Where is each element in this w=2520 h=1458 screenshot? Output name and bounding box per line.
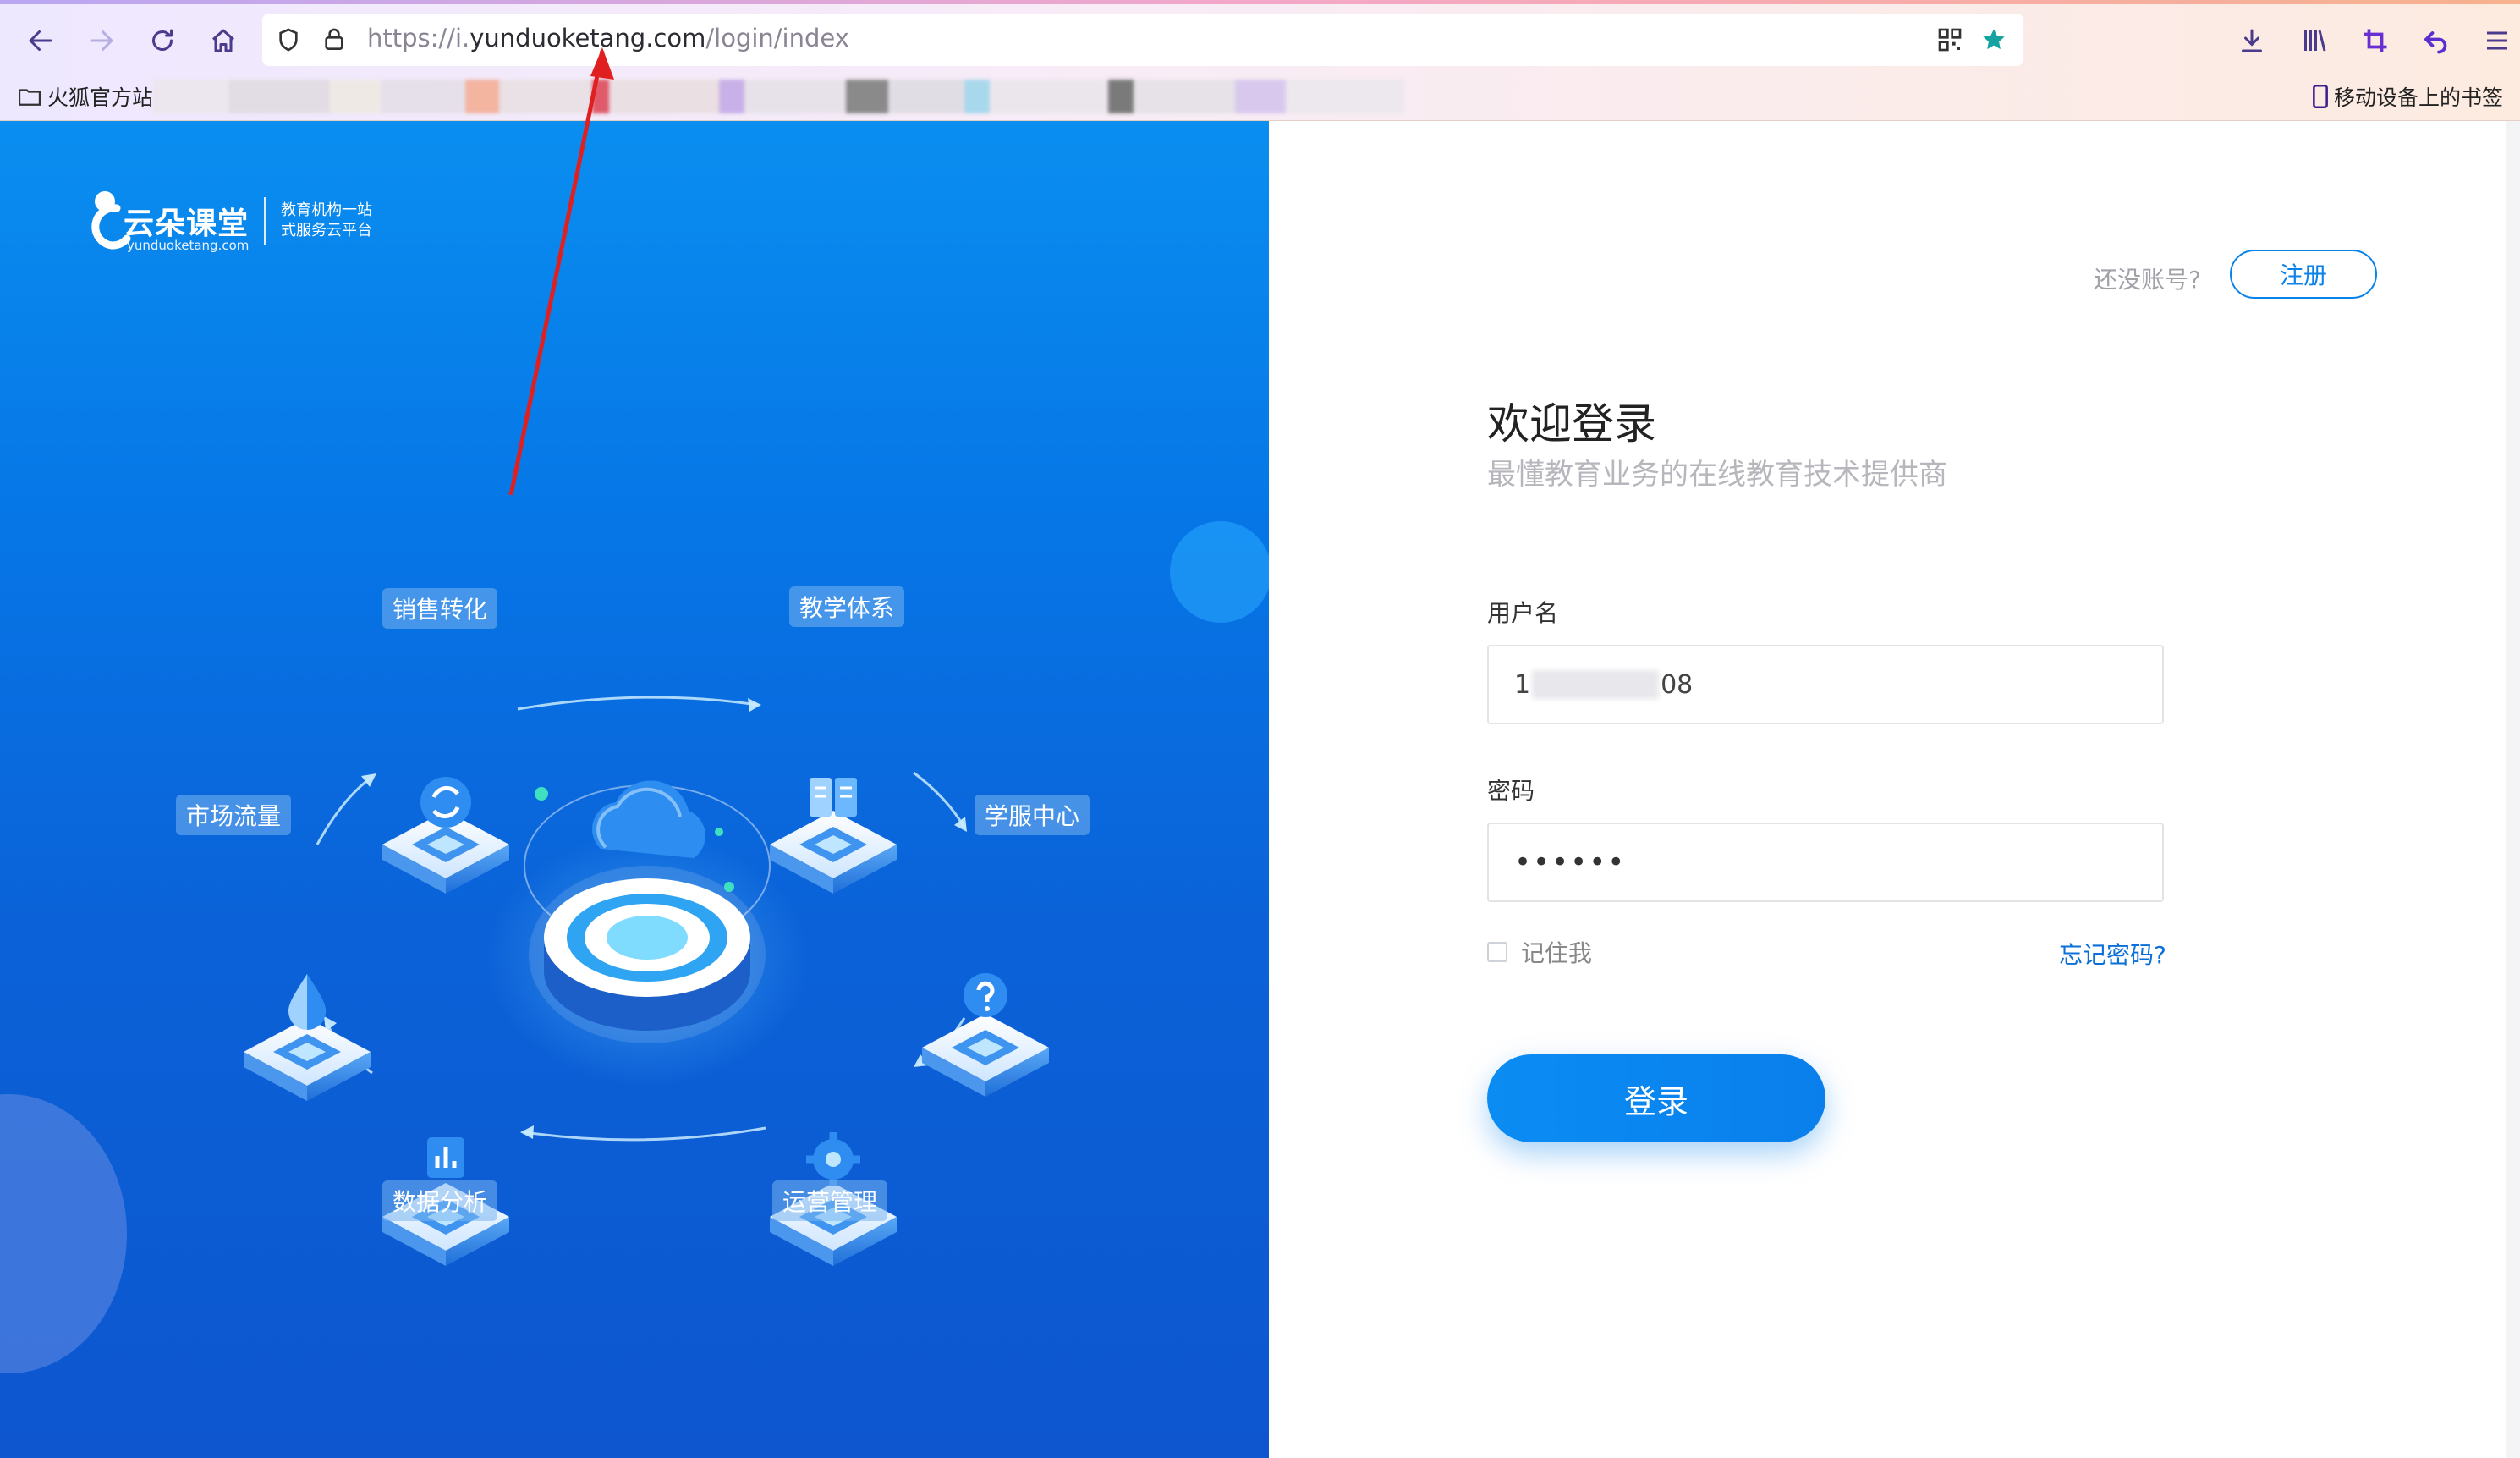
cloud-icon: [591, 780, 705, 858]
folder-icon: [19, 89, 41, 106]
welcome-subtitle: 最懂教育业务的在线教育技术提供商: [1487, 458, 1947, 492]
menu-button[interactable]: [2475, 19, 2519, 63]
mobile-device-icon: [2313, 85, 2328, 108]
password-label: 密码: [1487, 777, 1535, 805]
url-text[interactable]: https://i.yunduoketang.com/login/index: [367, 24, 849, 52]
orbit-dot: [715, 828, 723, 836]
reload-icon: [152, 29, 173, 51]
url-host: yunduoketang.com: [469, 24, 706, 52]
forgot-password-link[interactable]: 忘记密码?: [2059, 937, 2166, 971]
service-cycle-illustration: [244, 696, 1049, 1266]
bar-chart-icon: [427, 1137, 464, 1178]
username-input[interactable]: 1 08: [1487, 645, 2164, 724]
address-bar[interactable]: https://i.yunduoketang.com/login/index: [262, 14, 2023, 66]
reload-button[interactable]: [140, 19, 184, 63]
page-scrollbar[interactable]: [2506, 121, 2520, 1458]
no-account-text: 还没账号?: [2094, 266, 2201, 294]
forward-button[interactable]: [80, 19, 124, 63]
orbit-dot: [724, 882, 734, 892]
url-prefix: https://i.: [367, 24, 470, 52]
node-label-marketing: 市场流量: [176, 795, 292, 835]
forward-arrow-icon: [90, 30, 113, 51]
login-button[interactable]: 登录: [1487, 1054, 1825, 1142]
download-icon: [2242, 29, 2262, 52]
node-label-teaching: 教学体系: [789, 586, 905, 627]
water-drop-icon: [288, 974, 326, 1030]
back-button[interactable]: [19, 19, 63, 63]
node-label-data-analysis: 数据分析: [382, 1180, 498, 1221]
browser-toolbar: https://i.yunduoketang.com/login/index 火…: [0, 0, 2520, 121]
hero-banner: 云朵课堂 yunduoketang.com 教育机构一站 式服务云平台 销售转化…: [0, 121, 1269, 1458]
bookmark-folder[interactable]: 火狐官方站: [19, 81, 153, 112]
center-platform: [544, 878, 750, 1031]
register-button[interactable]: 注册: [2230, 250, 2377, 299]
node-tile-sales: [382, 777, 509, 894]
tracking-shield-icon[interactable]: [272, 24, 305, 56]
mobile-bookmarks-label: 移动设备上的书签: [2333, 85, 2503, 110]
node-tile-teaching: [770, 778, 897, 894]
toolbar-accent-line: [0, 0, 2520, 4]
remember-me-checkbox[interactable]: [1487, 942, 1507, 962]
library-button[interactable]: [2292, 19, 2336, 63]
home-button[interactable]: [201, 19, 245, 63]
lock-icon[interactable]: [318, 24, 350, 56]
crop-icon: [2364, 29, 2387, 52]
gear-icon: [806, 1132, 860, 1186]
bookmarks-toolbar: 火狐官方站 移动设备上的书签: [0, 78, 2520, 117]
orbit-dot: [535, 787, 548, 801]
login-panel: 还没账号? 注册 欢迎登录 最懂教育业务的在线教育技术提供商 用户名 1 08 密…: [1269, 121, 2520, 1458]
mobile-bookmarks[interactable]: 移动设备上的书签: [2312, 81, 2503, 112]
redacted-username: [1532, 670, 1660, 699]
library-icon: [2304, 30, 2326, 52]
url-path: /login/index: [705, 24, 849, 52]
node-tile-student-service: [922, 973, 1049, 1097]
remember-me[interactable]: 记住我: [1487, 935, 1592, 969]
hamburger-icon: [2487, 31, 2507, 50]
bookmark-folder-label: 火狐官方站: [47, 85, 154, 110]
welcome-title: 欢迎登录: [1487, 399, 1656, 448]
redacted-bookmarks: [152, 78, 1810, 115]
remember-me-label: 记住我: [1521, 939, 1593, 967]
undo-icon: [2424, 31, 2447, 54]
node-label-student-service: 学服中心: [975, 795, 1090, 835]
node-label-operations: 运营管理: [772, 1180, 888, 1221]
qr-code-icon[interactable]: [1934, 24, 1966, 56]
username-prefix: 1: [1514, 669, 1531, 700]
password-input[interactable]: ••••••: [1487, 823, 2164, 902]
screenshot-button[interactable]: [2353, 19, 2397, 63]
node-label-sales: 销售转化: [382, 588, 498, 629]
back-arrow-icon: [29, 30, 52, 51]
home-icon: [212, 29, 234, 52]
bookmark-star-icon[interactable]: [1978, 24, 2010, 56]
downloads-button[interactable]: [2230, 19, 2274, 63]
node-tile-marketing: [244, 974, 371, 1101]
username-suffix: 08: [1661, 669, 1694, 700]
undo-button[interactable]: [2414, 19, 2458, 63]
username-label: 用户名: [1487, 599, 1559, 627]
